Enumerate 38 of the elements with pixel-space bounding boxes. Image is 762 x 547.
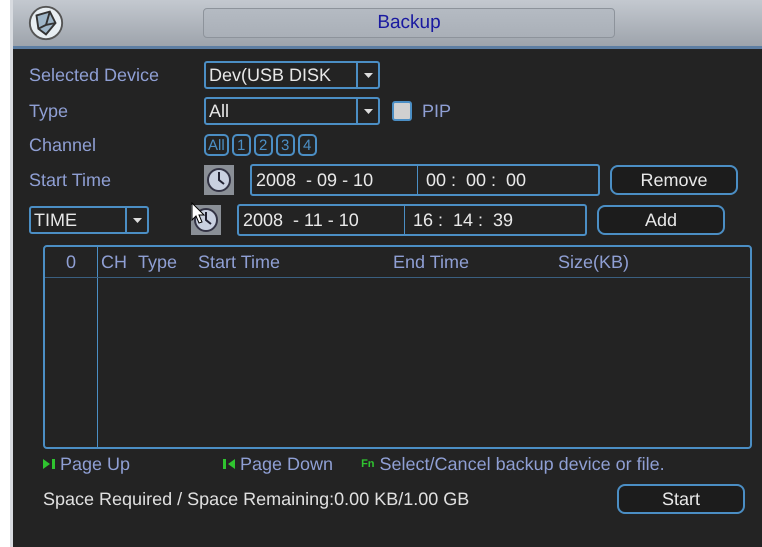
channel-button[interactable]: All (204, 134, 229, 156)
field-label: Start Time (29, 170, 112, 190)
column-header: Type (138, 252, 178, 272)
channel-button[interactable]: 4 (298, 134, 317, 156)
channel-button[interactable]: 3 (276, 134, 295, 156)
field-label: Channel (29, 134, 98, 156)
column-header: 0 (45, 247, 98, 277)
channel-button[interactable]: 1 (232, 134, 251, 156)
start-button[interactable]: Start (617, 484, 745, 514)
checkbox-label: PIP (422, 100, 452, 122)
caret-icon (364, 72, 372, 78)
field-label: Selected Device (29, 64, 160, 86)
hint-text: Page Down (240, 454, 334, 474)
hint-text: Select/Cancel backup device or file. (380, 454, 665, 474)
fn-key-label: Fn (361, 458, 375, 470)
mode-dropdown[interactable]: TIME (29, 206, 149, 234)
window-title: Backup (203, 8, 615, 38)
pip-checkbox[interactable] (392, 101, 412, 121)
column-header: Size(KB) (558, 252, 630, 272)
channel-button[interactable]: 2 (254, 134, 273, 156)
device-dropdown[interactable]: Dev(USB DISK (204, 61, 380, 89)
skip-previous-icon (223, 458, 235, 470)
hint-text: Page Up (60, 454, 130, 474)
field-label: Type (29, 100, 70, 122)
mouse-pointer-icon (191, 202, 205, 224)
clock-icon[interactable] (204, 165, 234, 195)
caret-icon (364, 108, 372, 114)
column-header: CH (101, 252, 128, 272)
type-dropdown[interactable]: All (204, 97, 380, 125)
skip-next-icon (43, 458, 55, 470)
add-button[interactable]: Add (597, 205, 725, 235)
remove-button[interactable]: Remove (610, 165, 738, 195)
caret-icon (132, 218, 142, 222)
date-time-field[interactable]: 2008 - 09 - 10 00 : 00 : 00 (250, 164, 600, 196)
column-header: End Time (393, 252, 470, 272)
date-time-field[interactable]: 2008 - 11 - 10 16 : 14 : 39 (237, 204, 587, 236)
column-header: Start Time (198, 252, 282, 272)
space-status-text: Space Required / Space Remaining:0.00 KB/1.00 GB (43, 488, 470, 510)
